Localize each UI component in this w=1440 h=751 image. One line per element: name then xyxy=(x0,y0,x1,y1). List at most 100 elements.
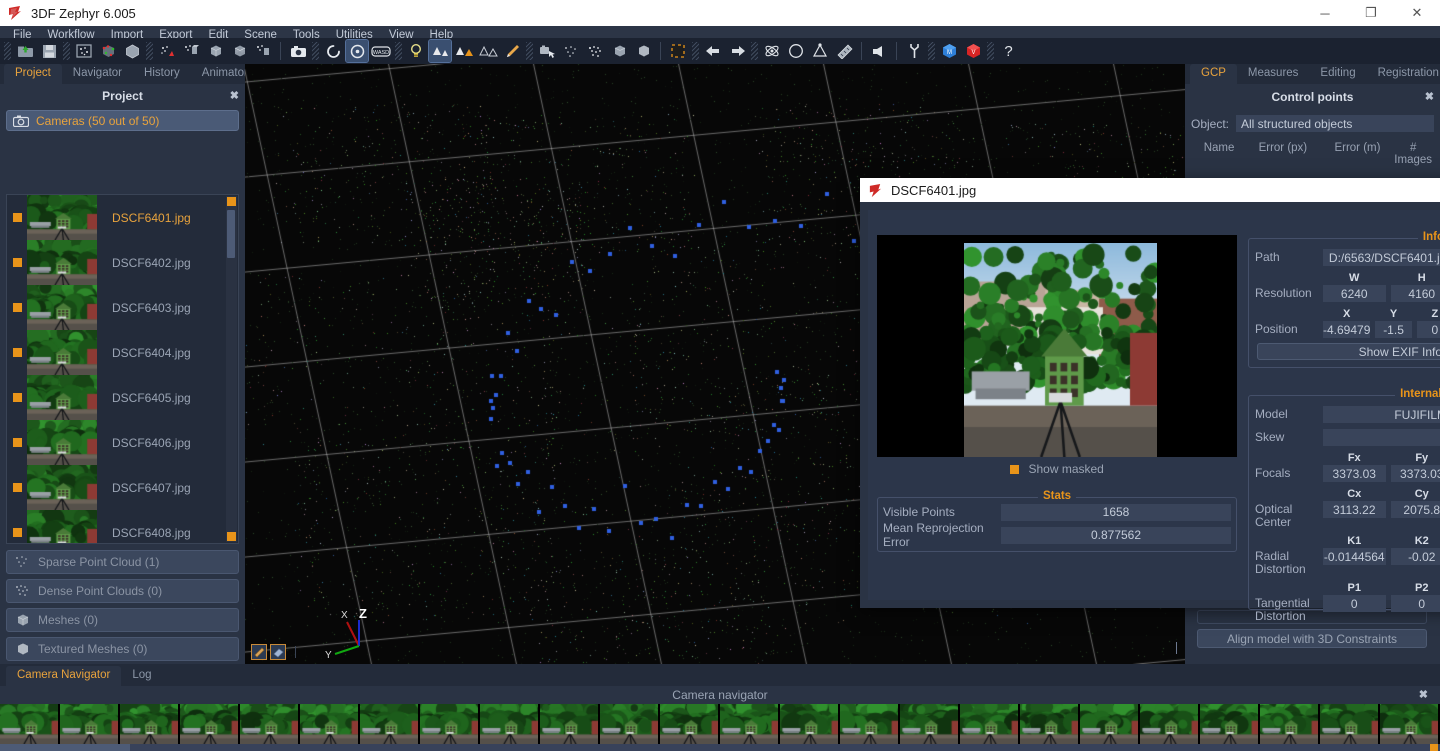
navigator-scroll-thumb[interactable] xyxy=(0,744,130,751)
navigator-thumbnail[interactable] xyxy=(600,704,660,744)
measure-tool-icon[interactable] xyxy=(251,644,267,660)
paint-brush-icon[interactable] xyxy=(501,40,523,62)
camera-list-item[interactable]: DSCF6405.jpg xyxy=(7,375,238,420)
toolbar-grip[interactable] xyxy=(692,42,699,60)
navigator-thumbnail[interactable] xyxy=(1260,704,1320,744)
navigator-thumbnail[interactable] xyxy=(1320,704,1380,744)
help-icon[interactable]: ? xyxy=(997,40,1019,62)
camera-list-item[interactable]: DSCF6402.jpg xyxy=(7,240,238,285)
tab-history[interactable]: History xyxy=(133,64,191,84)
control-point-icon[interactable] xyxy=(809,40,831,62)
toolbar-grip[interactable] xyxy=(63,42,70,60)
textured-view-icon[interactable] xyxy=(632,40,654,62)
camera-visibility-toggle[interactable] xyxy=(13,438,22,447)
tab-gcp[interactable]: GCP xyxy=(1190,64,1237,84)
gcp-column-header[interactable]: # Images xyxy=(1394,142,1432,166)
bounding-box-icon[interactable] xyxy=(667,40,689,62)
navigator-thumbnail[interactable] xyxy=(900,704,960,744)
cameras-group-button[interactable]: Cameras (50 out of 50) xyxy=(6,110,239,131)
redo-icon[interactable] xyxy=(726,40,748,62)
navigator-thumbnail[interactable] xyxy=(960,704,1020,744)
object-button-textured-meshes[interactable]: Textured Meshes (0) xyxy=(6,637,239,661)
navigator-thumbnail[interactable] xyxy=(1140,704,1200,744)
save-project-icon[interactable] xyxy=(38,40,60,62)
camera-navigator-strip[interactable] xyxy=(0,704,1440,744)
camera-visibility-toggle[interactable] xyxy=(13,483,22,492)
tab-registration[interactable]: Registration xyxy=(1367,64,1440,84)
camera-icon[interactable] xyxy=(287,40,309,62)
maximize-button[interactable]: ❐ xyxy=(1348,0,1394,26)
close-button[interactable]: ✕ xyxy=(1394,0,1440,26)
tab-log[interactable]: Log xyxy=(121,666,162,686)
object-button-meshes[interactable]: Meshes (0) xyxy=(6,608,239,632)
show-masked-row[interactable]: Show masked xyxy=(877,462,1237,476)
navigator-thumbnail[interactable] xyxy=(300,704,360,744)
gcp-column-header[interactable]: Error (px) xyxy=(1245,142,1320,166)
sparse-points-icon[interactable] xyxy=(560,40,582,62)
navigator-thumbnail[interactable] xyxy=(420,704,480,744)
camera-visibility-toggle[interactable] xyxy=(13,303,22,312)
left-panel-close-icon[interactable]: ✖ xyxy=(230,89,239,102)
right-panel-close-icon[interactable]: ✖ xyxy=(1425,90,1434,103)
toolbar-grip[interactable] xyxy=(4,42,11,60)
camera-visibility-toggle[interactable] xyxy=(13,348,22,357)
navigator-thumbnail[interactable] xyxy=(720,704,780,744)
tab-measures[interactable]: Measures xyxy=(1237,64,1310,84)
layers-tool-icon[interactable] xyxy=(270,644,286,660)
toolbar-grip[interactable] xyxy=(751,42,758,60)
gcp-object-select[interactable]: All structured objects xyxy=(1236,115,1434,132)
camera-navigator-scrollbar[interactable] xyxy=(0,744,1440,751)
camera-list-item[interactable]: DSCF6406.jpg xyxy=(7,420,238,465)
cameras-wireframe-icon[interactable] xyxy=(477,40,499,62)
object-button-sparse-point-cloud[interactable]: Sparse Point Cloud (1) xyxy=(6,550,239,574)
rotate-icon[interactable] xyxy=(322,40,344,62)
navigator-thumbnail[interactable] xyxy=(540,704,600,744)
mesh-view-icon[interactable] xyxy=(608,40,630,62)
navigator-thumbnail[interactable] xyxy=(1020,704,1080,744)
toolbar-grip[interactable] xyxy=(928,42,935,60)
orbit-icon[interactable] xyxy=(345,39,369,63)
dense-cloud-icon[interactable] xyxy=(156,40,178,62)
atom-icon[interactable] xyxy=(761,40,783,62)
camera-visibility-toggle[interactable] xyxy=(13,258,22,267)
toolbar-grip[interactable] xyxy=(146,42,153,60)
point-filter-icon[interactable] xyxy=(252,40,274,62)
navigator-thumbnail[interactable] xyxy=(480,704,540,744)
navigator-thumbnail[interactable] xyxy=(780,704,840,744)
align-model-button[interactable]: Align model with 3D Constraints xyxy=(1197,629,1427,648)
camera-preview[interactable] xyxy=(877,235,1237,457)
circle-select-icon[interactable] xyxy=(785,40,807,62)
navigator-thumbnail[interactable] xyxy=(180,704,240,744)
tab-editing[interactable]: Editing xyxy=(1309,64,1366,84)
navigator-thumbnail[interactable] xyxy=(240,704,300,744)
navigator-thumbnail[interactable] xyxy=(1200,704,1260,744)
measure-icon[interactable] xyxy=(833,40,855,62)
navigator-thumbnail[interactable] xyxy=(840,704,900,744)
show-masked-checkbox[interactable] xyxy=(1010,465,1020,474)
new-project-icon[interactable] xyxy=(14,40,36,62)
camera-list[interactable]: DSCF6401.jpg DSCF6402.jpg DSCF6403.jpg DSCF… xyxy=(6,194,239,544)
navigator-thumbnail[interactable] xyxy=(120,704,180,744)
camera-list-item[interactable]: DSCF6403.jpg xyxy=(7,285,238,330)
camera-list-item[interactable]: DSCF6401.jpg xyxy=(7,195,238,240)
textured-mesh-icon[interactable] xyxy=(228,40,250,62)
navigator-thumbnail[interactable] xyxy=(1380,704,1440,744)
wasd-navigation-icon[interactable]: WASD xyxy=(370,40,392,62)
toolbar-grip[interactable] xyxy=(395,42,402,60)
camera-visibility-toggle[interactable] xyxy=(13,213,22,222)
export-cube-blue-icon[interactable]: M xyxy=(938,40,960,62)
light-icon[interactable] xyxy=(405,40,427,62)
camera-list-item[interactable]: DSCF6408.jpg xyxy=(7,510,238,543)
gcp-column-header[interactable]: Name xyxy=(1193,142,1245,166)
cameras-visible-icon[interactable] xyxy=(428,39,452,63)
navigator-thumbnail[interactable] xyxy=(360,704,420,744)
tab-navigator[interactable]: Navigator xyxy=(62,64,133,84)
camera-list-item[interactable]: DSCF6407.jpg xyxy=(7,465,238,510)
navigator-thumbnail[interactable] xyxy=(0,704,60,744)
camera-list-item[interactable]: DSCF6404.jpg xyxy=(7,330,238,375)
volume-icon[interactable] xyxy=(868,40,890,62)
toolbar-grip[interactable] xyxy=(526,42,533,60)
structure-from-motion-icon[interactable] xyxy=(97,40,119,62)
import-photos-icon[interactable] xyxy=(73,40,95,62)
navigator-thumbnail[interactable] xyxy=(660,704,720,744)
